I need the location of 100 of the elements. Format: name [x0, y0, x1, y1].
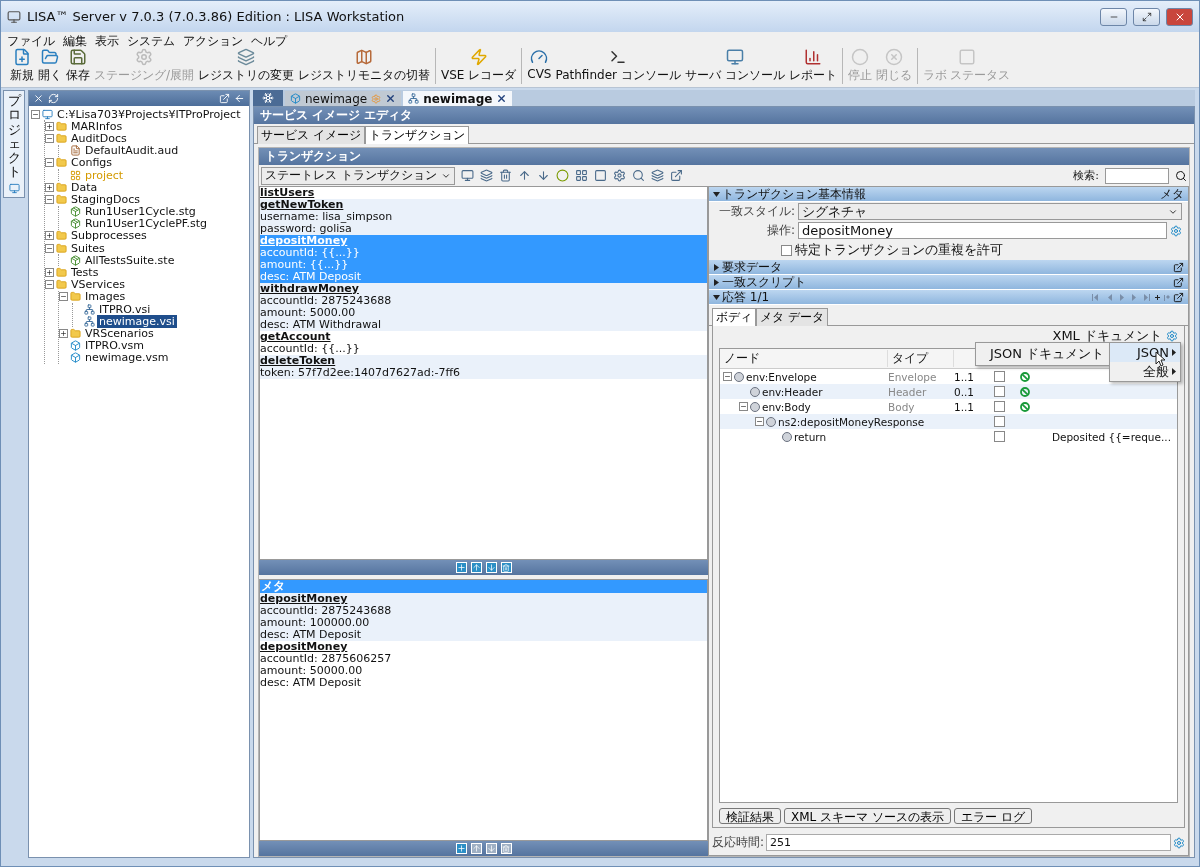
menu-item[interactable]: 表示	[95, 32, 119, 50]
tree-item[interactable]: Run1User1CyclePF.stg	[83, 217, 209, 231]
search-field[interactable]	[1105, 167, 1169, 184]
toolbar-button[interactable]: CVS	[526, 48, 553, 84]
tree-item[interactable]: ITPRO.vsi	[97, 302, 153, 316]
checkbox[interactable]	[781, 244, 792, 256]
menu-item[interactable]: アクション	[183, 32, 243, 50]
tree-item[interactable]: Suites	[69, 241, 107, 255]
collapse-icon[interactable]	[45, 280, 54, 290]
caret-icon[interactable]	[713, 263, 720, 271]
snowflake-icon[interactable]	[253, 90, 283, 106]
expand-icon[interactable]	[45, 268, 54, 278]
menu-item[interactable]: JSON	[1110, 343, 1180, 362]
collapse-icon[interactable]	[59, 292, 68, 302]
editor-tab[interactable]: newimage	[285, 91, 402, 106]
tree-item[interactable]: newimage.vsm	[83, 351, 171, 365]
close-icon[interactable]	[33, 93, 44, 104]
trash-icon[interactable]	[498, 169, 512, 182]
circle-icon[interactable]	[555, 169, 569, 182]
tree-item[interactable]: VServices	[69, 278, 127, 292]
tree-item[interactable]: DefaultAudit.aud	[83, 144, 181, 158]
section-header[interactable]: 一致スクリプト	[709, 275, 1188, 290]
expand-icon[interactable]	[45, 231, 54, 241]
gear-icon[interactable]	[1173, 836, 1185, 849]
transaction-item[interactable]: getNewToken username: lisa_simpson password: golisa	[260, 199, 707, 235]
arrow-up-icon[interactable]	[517, 169, 531, 182]
arrow-up-icon[interactable]	[470, 843, 482, 854]
menu-item[interactable]: ヘルプ	[251, 32, 287, 50]
collapse-icon[interactable]	[723, 372, 732, 381]
transaction-item[interactable]: deleteToken token: 57f7d2ee:1407d7627ad:-7ff6	[260, 355, 707, 379]
tree-item[interactable]: Run1User1Cycle.stg	[83, 205, 198, 219]
tab[interactable]: メタ データ	[756, 308, 828, 326]
checkbox[interactable]	[994, 386, 1005, 397]
external-link-icon[interactable]	[1173, 291, 1184, 303]
caret-icon[interactable]	[713, 278, 720, 286]
tree-item[interactable]: Images	[83, 290, 128, 304]
response-time-field[interactable]: 251	[766, 834, 1171, 851]
operation-field[interactable]: depositMoney	[798, 222, 1167, 239]
gear-icon[interactable]	[1166, 330, 1178, 342]
checkbox[interactable]	[994, 401, 1005, 412]
layers-icon[interactable]	[650, 169, 664, 182]
tree-item[interactable]: Subprocesses	[69, 229, 149, 243]
expand-icon[interactable]	[59, 328, 68, 338]
toolbar-button[interactable]: VSE レコーダ	[440, 48, 518, 84]
menu-item[interactable]: ファイル	[7, 32, 55, 50]
tree-item[interactable]: AuditDocs	[69, 131, 129, 145]
tree-item[interactable]: ITPRO.vsm	[83, 339, 146, 353]
tab[interactable]: サービス イメージ	[257, 126, 365, 144]
section-header[interactable]: 応答 1/1	[709, 290, 1188, 305]
tab[interactable]: トランザクション	[364, 126, 469, 144]
close-button[interactable]	[1166, 7, 1193, 26]
toolbar-button[interactable]: レジストリモニタの切替	[297, 48, 432, 84]
tree-item[interactable]: StagingDocs	[69, 192, 142, 206]
minimize-button[interactable]	[1100, 7, 1127, 26]
tab[interactable]: ボディ	[712, 308, 756, 326]
search-icon[interactable]	[631, 169, 645, 182]
collapse-icon[interactable]	[739, 402, 748, 411]
maximize-button[interactable]	[1133, 7, 1160, 26]
tab-button[interactable]: XML スキーマ ソースの表示	[784, 808, 951, 824]
collapse-icon[interactable]	[45, 133, 54, 143]
toolbar-button[interactable]: 新規	[9, 48, 35, 84]
toolbar-button[interactable]: レジストリの変更	[197, 48, 296, 84]
window-icon[interactable]	[219, 93, 230, 104]
tree-item[interactable]: newimage.vsi	[97, 314, 177, 328]
trash-icon[interactable]	[500, 843, 512, 854]
caret-icon[interactable]	[713, 190, 720, 198]
expand-icon[interactable]	[45, 121, 54, 131]
collapse-icon[interactable]	[755, 417, 764, 426]
column-header[interactable]: ノード	[720, 350, 888, 367]
editor-tab[interactable]: newimage	[403, 91, 513, 106]
toolbar-button[interactable]: レポート	[787, 48, 838, 84]
section-header[interactable]: トランザクション基本情報 メタ	[709, 187, 1188, 202]
tab-button[interactable]: エラー ログ	[953, 808, 1032, 824]
section-header[interactable]: 要求データ	[709, 260, 1188, 275]
arrow-down-icon[interactable]	[536, 169, 550, 182]
arrow-down-icon[interactable]	[485, 562, 497, 573]
menu-item[interactable]: システム	[127, 32, 175, 50]
external-link-icon[interactable]	[669, 169, 683, 182]
trash-icon[interactable]	[500, 562, 512, 573]
expand-icon[interactable]	[45, 182, 54, 192]
tree-item[interactable]: MARInfos	[69, 119, 125, 133]
square-icon[interactable]	[593, 169, 607, 182]
toolbar-button[interactable]: 保存	[65, 48, 91, 84]
toolbar-button[interactable]: Pathfinder コンソール	[554, 48, 682, 84]
gear-icon[interactable]	[1170, 224, 1182, 237]
grid-icon[interactable]	[574, 169, 588, 182]
arrow-down-icon[interactable]	[485, 843, 497, 854]
collapse-icon[interactable]	[45, 194, 54, 204]
gear-icon[interactable]	[612, 169, 626, 182]
column-header[interactable]: タイプ	[888, 350, 954, 367]
checkbox[interactable]	[994, 371, 1005, 382]
side-tab[interactable]: プロジェクト	[3, 90, 25, 198]
tree-item[interactable]: C:¥Lisa703¥Projects¥ITProProject	[55, 107, 243, 121]
menu-item[interactable]: 編集	[63, 32, 87, 50]
arrow-left-icon[interactable]	[234, 93, 245, 104]
collapse-icon[interactable]	[45, 243, 54, 253]
mode-dropdown[interactable]: ステートレス トランザクション	[261, 166, 455, 185]
arrow-up-icon[interactable]	[470, 562, 482, 573]
toolbar-button[interactable]: 開く	[37, 48, 63, 84]
menu-item[interactable]: 全般	[1110, 362, 1180, 381]
